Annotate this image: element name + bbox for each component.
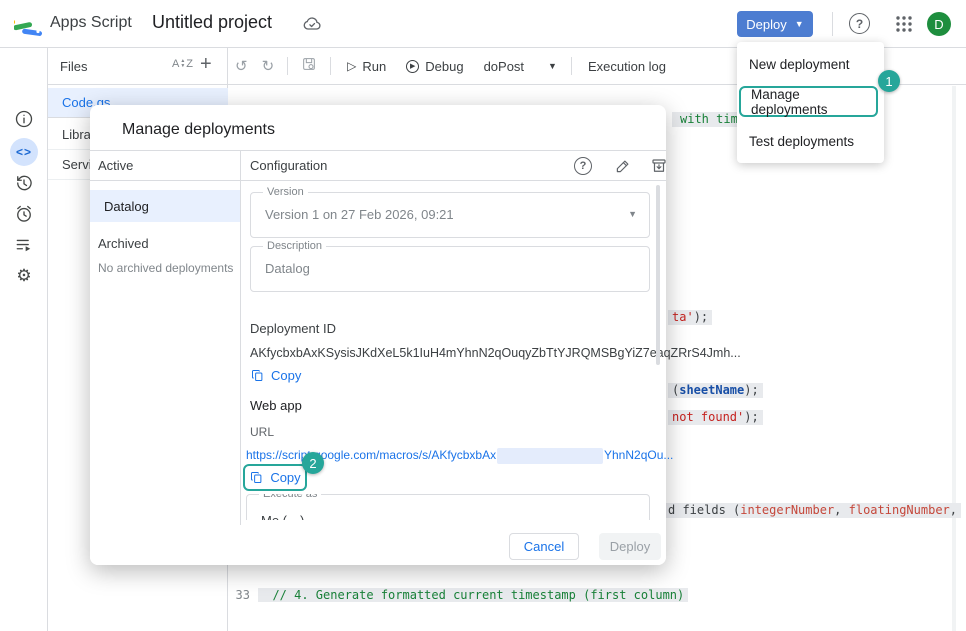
configuration-header: Configuration (250, 158, 327, 173)
deploy-button-label: Deploy (746, 17, 786, 32)
archived-empty-text: No archived deployments (98, 261, 233, 275)
app-name: Apps Script (50, 14, 132, 32)
settings-gear-icon[interactable]: ⚙ (10, 262, 38, 290)
deploy-dropdown-menu: New deployment Manage deployments Test d… (737, 42, 884, 163)
version-select: Version Version 1 on 27 Feb 2026, 09:21 … (250, 192, 650, 238)
archive-deployment-icon[interactable] (648, 155, 670, 177)
execute-as-label: Execute as (259, 494, 321, 500)
web-app-section-label: Web app (250, 398, 302, 413)
drive-saved-cloud-icon (302, 14, 322, 34)
undo-icon[interactable]: ↺ (235, 57, 248, 75)
cancel-button[interactable]: Cancel (509, 533, 579, 560)
toolbar-divider (287, 57, 288, 75)
help-icon[interactable]: ? (849, 13, 870, 34)
manage-deployments-dialog: Manage deployments Active Datalog Archiv… (90, 105, 666, 565)
debug-icon: ▶ (406, 60, 419, 73)
deployment-id-value: AKfycbxbAxKSysisJKdXeL5k1IuH4mYhnN2qOuqy… (250, 346, 741, 360)
function-selector-caret-icon[interactable]: ▼ (548, 61, 557, 71)
code-line: 33 // 4. Generate formatted current time… (228, 588, 883, 604)
code-fragment: not found'); (668, 410, 763, 425)
description-value: Datalog (265, 261, 310, 276)
function-selector[interactable]: doPost (484, 59, 524, 74)
url-redaction-overlay (497, 448, 603, 464)
divider (90, 150, 666, 151)
code-fragment: ta'); (668, 310, 712, 325)
dialog-footer: Cancel Deploy (90, 525, 666, 565)
project-history-icon[interactable] (10, 169, 38, 197)
execute-as-value: Me (…) (261, 513, 304, 520)
edit-pencil-icon[interactable] (612, 155, 634, 177)
editor-code-icon[interactable]: <> (10, 138, 38, 166)
overview-info-icon[interactable] (10, 105, 38, 133)
toolbar-divider (330, 57, 331, 75)
save-project-icon[interactable] (301, 56, 317, 76)
files-panel-header: Files A▲▼Z + (48, 48, 228, 85)
editor-scrollbar[interactable] (952, 86, 956, 631)
version-value: Version 1 on 27 Feb 2026, 09:21 (265, 207, 454, 222)
annotation-badge-1: 1 (878, 70, 900, 92)
chevron-down-icon: ▼ (795, 19, 804, 29)
web-app-url-suffix: YhnN2qOu... (604, 448, 673, 462)
google-apps-grid-icon[interactable] (894, 14, 914, 34)
execution-log-button[interactable]: Execution log (588, 59, 666, 74)
description-label: Description (263, 240, 326, 252)
copy-url-highlight-box: Copy (243, 464, 307, 491)
apps-script-window: Apps Script Untitled project Deploy ▼ ? … (0, 0, 966, 631)
triggers-alarm-icon[interactable] (10, 200, 38, 228)
topbar-divider (832, 12, 833, 36)
config-help-icon[interactable]: ? (574, 157, 592, 175)
toolbar-divider (571, 57, 572, 75)
project-title[interactable]: Untitled project (152, 12, 272, 33)
execute-as-field-clipped: Execute as Me (…) (246, 494, 650, 520)
menu-item-new-deployment[interactable]: New deployment (737, 48, 884, 80)
code-fragment: d fields (integerNumber, floatingNumber, (664, 503, 961, 518)
deploy-button[interactable]: Deploy ▼ (737, 11, 813, 37)
chevron-down-icon: ▼ (628, 209, 637, 219)
top-bar: Apps Script Untitled project Deploy ▼ ? … (0, 0, 966, 48)
menu-item-manage-deployments[interactable]: Manage deployments (739, 86, 878, 117)
run-play-icon: ▷ (347, 59, 356, 73)
url-label: URL (250, 425, 274, 439)
copy-url-button[interactable]: Copy (249, 470, 300, 485)
dialog-deploy-button[interactable]: Deploy (599, 533, 661, 560)
annotation-badge-2: 2 (302, 452, 324, 474)
sort-az-icon[interactable]: A▲▼Z (172, 58, 193, 70)
apps-script-logo-icon (14, 10, 42, 38)
code-lines-block: 33 // 4. Generate formatted current time… (228, 560, 883, 631)
deployment-list-item[interactable]: Datalog (90, 190, 240, 222)
web-app-url-link[interactable]: https://script.google.com/macros/s/AKfyc… (246, 448, 497, 462)
copy-deployment-id-button[interactable]: Copy (250, 368, 301, 383)
dialog-title: Manage deployments (122, 121, 275, 139)
menu-item-test-deployments[interactable]: Test deployments (737, 125, 884, 157)
executions-list-icon[interactable] (10, 231, 38, 259)
divider (240, 150, 241, 533)
deployment-id-label: Deployment ID (250, 321, 336, 336)
debug-button[interactable]: ▶ Debug (406, 59, 463, 74)
copy-icon (250, 368, 265, 383)
copy-icon (249, 470, 264, 485)
add-file-plus-icon[interactable]: + (200, 53, 212, 76)
version-label: Version (263, 186, 308, 198)
archived-section-label: Archived (98, 236, 149, 251)
modal-scrollbar[interactable] (656, 185, 660, 365)
files-panel-title: Files (60, 59, 87, 74)
divider (90, 180, 666, 181)
run-button[interactable]: ▷ Run (347, 59, 386, 74)
description-field: Description Datalog (250, 246, 650, 292)
left-navigation-rail: <> ⚙ (0, 48, 48, 631)
code-fragment: (sheetName); (668, 383, 763, 398)
avatar[interactable]: D (927, 12, 951, 36)
redo-icon[interactable]: ↻ (262, 57, 275, 75)
active-section-label: Active (98, 158, 133, 173)
